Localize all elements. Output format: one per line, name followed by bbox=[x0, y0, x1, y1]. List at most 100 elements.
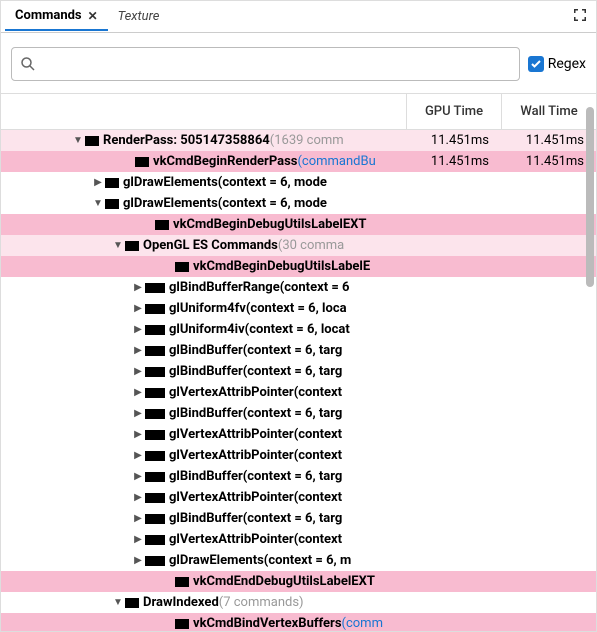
row-name-cell: ▼ glDrawElements(context = 6, mode bbox=[1, 196, 406, 211]
table-row[interactable]: vkCmdBindVertexBuffers(comm bbox=[1, 613, 596, 632]
table-row[interactable]: ▶glDrawElements(context = 6, mode bbox=[1, 172, 596, 193]
table-row[interactable]: ▶ glUniform4fv(context = 6, loca bbox=[1, 298, 596, 319]
table-row[interactable]: ▶glBindBuffer(context = 6, targ bbox=[1, 466, 596, 487]
col-gpu-time[interactable]: GPU Time bbox=[406, 94, 501, 129]
row-label: OpenGL ES Commands bbox=[143, 238, 278, 253]
table-row[interactable]: ▶glBindBuffer(context = 6, targ bbox=[1, 340, 596, 361]
row-label: vkCmdBindVertexBuffers bbox=[193, 616, 342, 631]
col-name bbox=[1, 94, 406, 129]
table-row[interactable]: ▶ glVertexAttribPointer(context bbox=[1, 529, 596, 550]
chevron-down-icon[interactable]: ▼ bbox=[71, 135, 85, 146]
row-label: vkCmdBeginDebugUtilsLabelEXT bbox=[173, 217, 366, 232]
row-name-cell: vkCmdEndDebugUtilsLabelEXT bbox=[1, 574, 406, 589]
commands-table: GPU Time Wall Time ▼RenderPass: 50514735… bbox=[1, 93, 596, 632]
row-name-cell: ▼RenderPass: 505147358864 (1639 comm bbox=[1, 133, 406, 148]
row-name-cell: ▶ glVertexAttribPointer(context bbox=[1, 385, 406, 400]
row-label: glBindBufferRange(context = 6 bbox=[169, 280, 350, 295]
redacted-icon bbox=[145, 325, 165, 335]
chevron-right-icon[interactable]: ▶ bbox=[131, 534, 145, 545]
chevron-right-icon[interactable]: ▶ bbox=[131, 324, 145, 335]
regex-label: Regex bbox=[548, 56, 586, 72]
table-row[interactable]: ▶ glVertexAttribPointer(context bbox=[1, 382, 596, 403]
table-row[interactable]: ▶glVertexAttribPointer(context bbox=[1, 424, 596, 445]
row-suffix: (1639 comm bbox=[270, 133, 344, 148]
redacted-icon bbox=[175, 262, 189, 272]
row-name-cell: ▶glBindBuffer(context = 6, targ bbox=[1, 364, 406, 379]
row-label: glVertexAttribPointer(context bbox=[169, 385, 342, 400]
redacted-icon bbox=[85, 136, 99, 146]
table-row[interactable]: ▶ glVertexAttribPointer(context bbox=[1, 487, 596, 508]
row-name-cell: ▶glDrawElements(context = 6, m bbox=[1, 553, 406, 568]
row-name-cell: ▶glDrawElements(context = 6, mode bbox=[1, 175, 406, 190]
table-row[interactable]: ▶ glVertexAttribPointer(context bbox=[1, 445, 596, 466]
chevron-right-icon[interactable]: ▶ bbox=[131, 366, 145, 377]
redacted-icon bbox=[145, 304, 165, 314]
chevron-right-icon[interactable]: ▶ bbox=[131, 387, 145, 398]
tab-texture-label: Texture bbox=[118, 9, 160, 24]
chevron-down-icon[interactable]: ▼ bbox=[111, 240, 125, 251]
row-name-cell: ▶ glBindBufferRange(context = 6 bbox=[1, 280, 406, 295]
table-row[interactable]: ▼OpenGL ES Commands (30 comma bbox=[1, 235, 596, 256]
search-input[interactable] bbox=[42, 56, 511, 72]
wall-time-cell: 11.451ms bbox=[501, 154, 596, 169]
chevron-right-icon[interactable]: ▶ bbox=[131, 492, 145, 503]
table-row[interactable]: ▶glDrawElements(context = 6, m bbox=[1, 550, 596, 571]
scrollbar-track[interactable] bbox=[584, 81, 596, 621]
chevron-right-icon[interactable]: ▶ bbox=[131, 429, 145, 440]
chevron-right-icon[interactable]: ▶ bbox=[131, 555, 145, 566]
table-row[interactable]: ▼ glDrawElements(context = 6, mode bbox=[1, 193, 596, 214]
row-label: vkCmdEndDebugUtilsLabelEXT bbox=[193, 574, 375, 589]
gpu-time-cell: 11.451ms bbox=[406, 133, 501, 148]
chevron-right-icon[interactable]: ▶ bbox=[131, 345, 145, 356]
tab-commands-label: Commands bbox=[15, 8, 82, 23]
chevron-right-icon[interactable]: ▶ bbox=[131, 282, 145, 293]
row-name-cell: ▶ glVertexAttribPointer(context bbox=[1, 490, 406, 505]
row-name-cell: vkCmdBeginRenderPass(commandBu bbox=[1, 154, 406, 169]
chevron-right-icon[interactable]: ▶ bbox=[131, 471, 145, 482]
table-row[interactable]: vkCmdBeginRenderPass(commandBu11.451ms11… bbox=[1, 151, 596, 172]
table-row[interactable]: ▼DrawIndexed (7 commands) bbox=[1, 592, 596, 613]
tab-texture[interactable]: Texture bbox=[108, 3, 170, 30]
chevron-right-icon[interactable]: ▶ bbox=[131, 408, 145, 419]
gpu-time-cell: 11.451ms bbox=[406, 154, 501, 169]
row-label: glVertexAttribPointer(context bbox=[169, 448, 342, 463]
table-row[interactable]: vkCmdBeginDebugUtilsLabelE bbox=[1, 256, 596, 277]
row-label: glBindBuffer(context = 6, targ bbox=[169, 406, 342, 421]
redacted-icon bbox=[145, 535, 165, 545]
row-label: glVertexAttribPointer(context bbox=[169, 532, 342, 547]
row-label: glDrawElements(context = 6, mode bbox=[123, 196, 327, 211]
row-name-cell: ▶ glUniform4fv(context = 6, loca bbox=[1, 301, 406, 316]
close-icon[interactable]: ✕ bbox=[88, 9, 98, 23]
table-row[interactable]: ▶ glBindBuffer(context = 6, targ bbox=[1, 403, 596, 424]
scrollbar-thumb[interactable] bbox=[586, 107, 594, 287]
table-row[interactable]: vkCmdBeginDebugUtilsLabelEXT bbox=[1, 214, 596, 235]
row-label: glUniform4fv(context = 6, loca bbox=[169, 301, 347, 316]
search-box[interactable] bbox=[11, 47, 520, 81]
redacted-icon bbox=[145, 388, 165, 398]
chevron-down-icon[interactable]: ▼ bbox=[91, 198, 105, 209]
redacted-icon bbox=[135, 157, 149, 167]
table-row[interactable]: ▶ glUniform4iv(context = 6, locat bbox=[1, 319, 596, 340]
row-label: glUniform4iv(context = 6, locat bbox=[169, 322, 350, 337]
chevron-down-icon[interactable]: ▼ bbox=[111, 597, 125, 608]
chevron-right-icon[interactable]: ▶ bbox=[131, 513, 145, 524]
row-label: glBindBuffer(context = 6, targ bbox=[169, 511, 342, 526]
row-label: glVertexAttribPointer(context bbox=[169, 490, 342, 505]
redacted-icon bbox=[145, 283, 165, 293]
table-row[interactable]: ▶ glBindBuffer(context = 6, targ bbox=[1, 508, 596, 529]
regex-toggle[interactable]: Regex bbox=[528, 56, 586, 72]
row-link[interactable]: (comm bbox=[342, 616, 383, 631]
chevron-right-icon[interactable]: ▶ bbox=[131, 303, 145, 314]
table-row[interactable]: ▶glBindBuffer(context = 6, targ bbox=[1, 361, 596, 382]
redacted-icon bbox=[125, 598, 139, 608]
tab-commands[interactable]: Commands ✕ bbox=[5, 2, 108, 31]
chevron-right-icon[interactable]: ▶ bbox=[131, 450, 145, 461]
table-row[interactable]: ▼RenderPass: 505147358864 (1639 comm11.4… bbox=[1, 130, 596, 151]
table-row[interactable]: vkCmdEndDebugUtilsLabelEXT bbox=[1, 571, 596, 592]
chevron-right-icon[interactable]: ▶ bbox=[91, 177, 105, 188]
table-row[interactable]: ▶ glBindBufferRange(context = 6 bbox=[1, 277, 596, 298]
table-body[interactable]: ▼RenderPass: 505147358864 (1639 comm11.4… bbox=[1, 130, 596, 632]
row-link[interactable]: (commandBu bbox=[297, 154, 375, 169]
col-wall-time[interactable]: Wall Time bbox=[501, 94, 596, 129]
fullscreen-icon[interactable] bbox=[572, 7, 588, 27]
